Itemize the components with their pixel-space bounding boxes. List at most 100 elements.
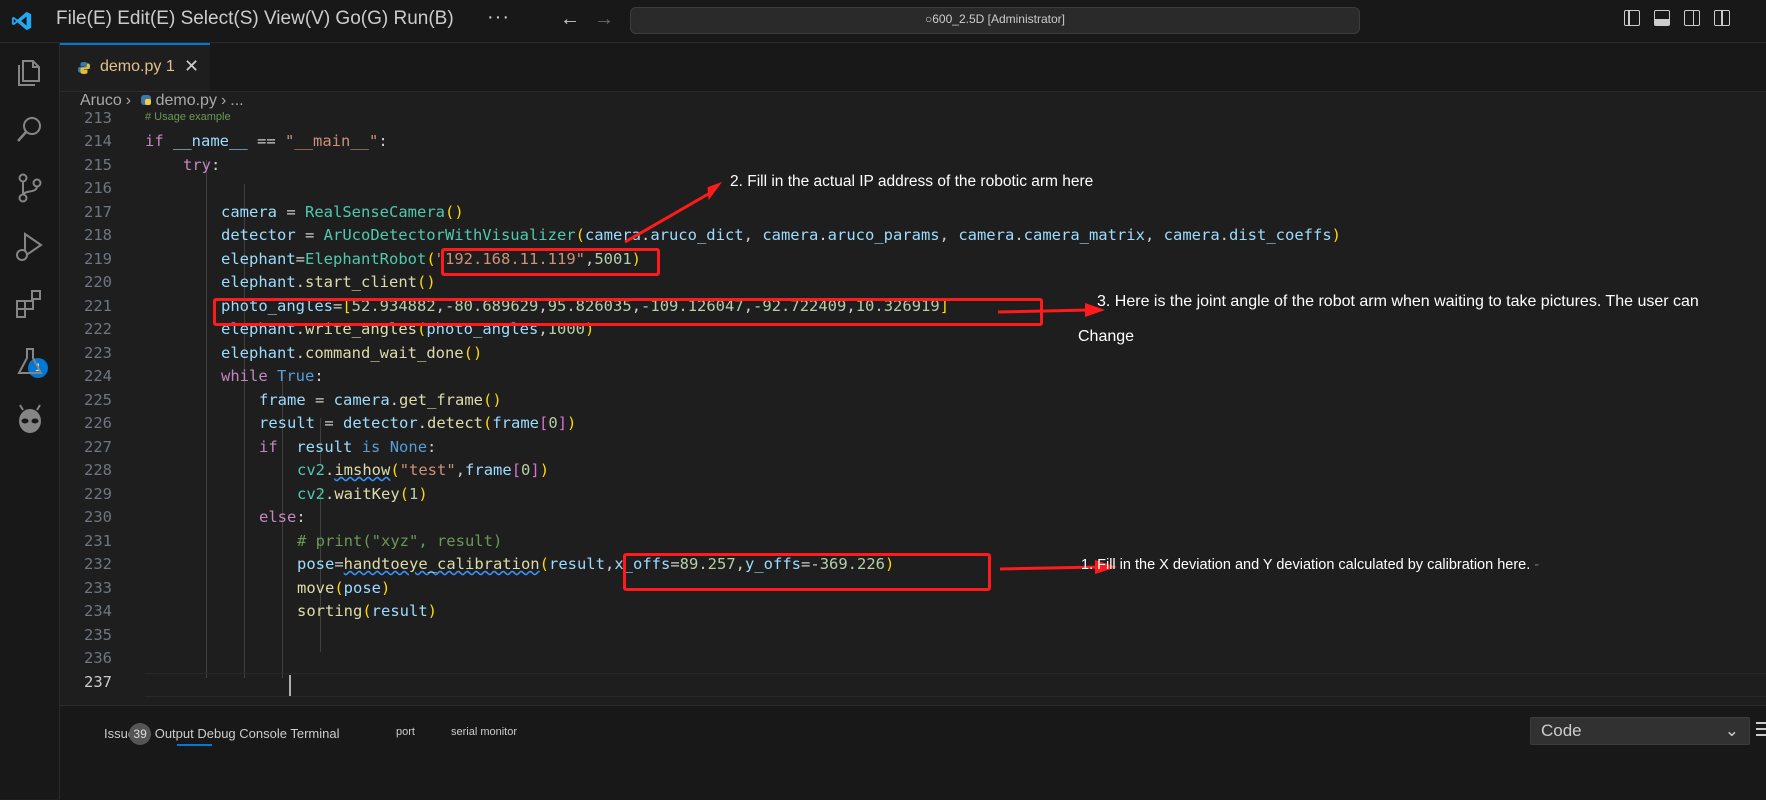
code-line: 213 # Usage example — [60, 109, 1766, 133]
line-number: 227 — [84, 438, 112, 456]
code-text: result = detector.detect(frame[0]) — [259, 414, 577, 432]
python-file-icon — [140, 95, 151, 105]
tab-demo-py[interactable]: demo.py 1 ✕ — [60, 43, 210, 91]
output-channel-select[interactable]: Code ⌄ — [1530, 717, 1750, 745]
highlight-box-photo-angles — [213, 298, 1043, 326]
vscode-logo-icon[interactable] — [10, 10, 34, 32]
code-editor[interactable]: 213 # Usage example 214 if __name__ == "__… — [60, 109, 1766, 704]
current-line-highlight — [145, 673, 1766, 697]
annotation-offsets-text: 1. Fill in the X deviation and Y deviati… — [1081, 557, 1531, 573]
tab-filename: demo.py — [100, 58, 162, 75]
annotation-offsets-note: 1. Fill in the X deviation and Y deviati… — [1081, 557, 1539, 573]
code-line: 224 while True: — [60, 367, 1766, 391]
line-number: 234 — [84, 602, 112, 620]
select-value: Code — [1541, 721, 1582, 740]
line-number: 213 — [84, 109, 112, 127]
line-number: 232 — [84, 555, 112, 573]
customize-layout-icon[interactable] — [1714, 10, 1730, 26]
panel-tabs[interactable]: Issue39 Output Debug Console Terminal — [104, 723, 339, 745]
toggle-panel-icon[interactable] — [1654, 10, 1670, 26]
toggle-primary-sidebar-icon[interactable] — [1624, 10, 1640, 26]
code-line: 230 else: — [60, 508, 1766, 532]
testing-flask-icon[interactable] — [13, 345, 47, 379]
python-file-icon — [78, 62, 90, 74]
layout-controls — [1624, 10, 1744, 32]
line-number: 236 — [84, 649, 112, 667]
search-icon[interactable] — [13, 113, 47, 147]
line-number: 222 — [84, 320, 112, 338]
back-arrow-icon[interactable]: ← — [560, 8, 580, 31]
line-number: 223 — [84, 344, 112, 362]
line-number: 216 — [84, 179, 112, 197]
editor-tab-bar: demo.py 1 ✕ — [60, 43, 1766, 92]
code-text: if result is None: — [259, 438, 437, 456]
hamburger-menu-icon[interactable] — [1756, 722, 1766, 740]
code-line: 236 — [60, 649, 1766, 673]
line-number: 224 — [84, 367, 112, 385]
breadcrumb-separator: › — [220, 92, 227, 109]
annotation-offsets-tail: - — [1534, 557, 1540, 573]
code-line: 234 sorting(result) — [60, 602, 1766, 626]
breadcrumb-more[interactable]: ... — [230, 92, 243, 109]
line-number: 215 — [84, 156, 112, 174]
alien-extension-icon[interactable] — [13, 403, 47, 437]
line-number: 217 — [84, 203, 112, 221]
code-line: 227 if result is None: — [60, 438, 1766, 462]
forward-arrow-icon[interactable]: → — [594, 8, 614, 31]
line-number: 225 — [84, 391, 112, 409]
code-line: 217 camera = RealSenseCamera() — [60, 203, 1766, 227]
activity-bar: 1 — [0, 43, 60, 799]
breadcrumb-folder[interactable]: Aruco — [80, 92, 122, 109]
chevron-down-icon: ⌄ — [1724, 721, 1739, 740]
tab-serial-monitor[interactable]: serial monitor — [451, 726, 517, 738]
annotation-angles-note-line2: Change — [1078, 328, 1135, 345]
breadcrumb-separator: › — [125, 92, 132, 109]
more-menu-icon[interactable]: ··· — [487, 6, 510, 29]
code-text: move(pose) — [297, 579, 391, 597]
code-text: try: — [183, 156, 221, 174]
highlight-box-offsets — [623, 553, 991, 591]
line-number: 219 — [84, 250, 112, 268]
code-text: # print("xyz", result) — [297, 532, 503, 550]
line-number: 221 — [84, 297, 112, 315]
annotation-angles-note-line1: 3. Here is the joint angle of the robot … — [1097, 293, 1699, 310]
code-text: cv2.imshow("test",frame[0]) — [297, 461, 550, 479]
line-number: 220 — [84, 273, 112, 291]
breadcrumb-file[interactable]: demo.py — [156, 92, 217, 109]
extensions-icon[interactable] — [13, 287, 47, 321]
line-number: 231 — [84, 532, 112, 550]
menu-bar[interactable]: File(E) Edit(E) Select(S) View(V) Go(G) … — [56, 8, 454, 30]
active-tab-underline — [177, 744, 212, 746]
current-line: 237 — [60, 673, 1766, 697]
line-number: 230 — [84, 508, 112, 526]
code-text: detector = ArUcoDetectorWithVisualizer(c… — [221, 226, 1341, 244]
source-control-icon[interactable] — [13, 171, 47, 205]
line-number: 218 — [84, 226, 112, 244]
code-text: camera = RealSenseCamera() — [221, 203, 464, 221]
close-icon[interactable]: ✕ — [184, 56, 199, 77]
code-line: 235 — [60, 626, 1766, 650]
tab-label: demo.py 1 — [100, 58, 175, 76]
code-text: elephant.start_client() — [221, 273, 436, 291]
line-number: 229 — [84, 485, 112, 503]
bottom-panel: Issue39 Output Debug Console Terminal po… — [60, 705, 1766, 800]
tab-port[interactable]: port — [396, 726, 415, 738]
code-text: else: — [259, 508, 306, 526]
code-text: frame = camera.get_frame() — [259, 391, 502, 409]
code-line: 228 cv2.imshow("test",frame[0]) — [60, 461, 1766, 485]
text-cursor — [289, 675, 291, 696]
line-number: 235 — [84, 626, 112, 644]
run-debug-icon[interactable] — [13, 229, 47, 263]
explorer-icon[interactable] — [13, 55, 47, 89]
tab-output-debug-terminal: Output Debug Console Terminal — [154, 726, 340, 741]
code-text: sorting(result) — [297, 602, 438, 620]
line-number: 226 — [84, 414, 112, 432]
command-center-search[interactable]: ○600_2.5D [Administrator] — [630, 7, 1360, 34]
toggle-secondary-sidebar-icon[interactable] — [1684, 10, 1700, 26]
code-line: 231 # print("xyz", result) — [60, 532, 1766, 556]
code-line: 214 if __name__ == "__main__": — [60, 132, 1766, 156]
code-line: 229 cv2.waitKey(1) — [60, 485, 1766, 509]
annotation-ip-note: 2. Fill in the actual IP address of the … — [730, 173, 1094, 190]
code-text: while True: — [221, 367, 324, 385]
line-number: 214 — [84, 132, 112, 150]
